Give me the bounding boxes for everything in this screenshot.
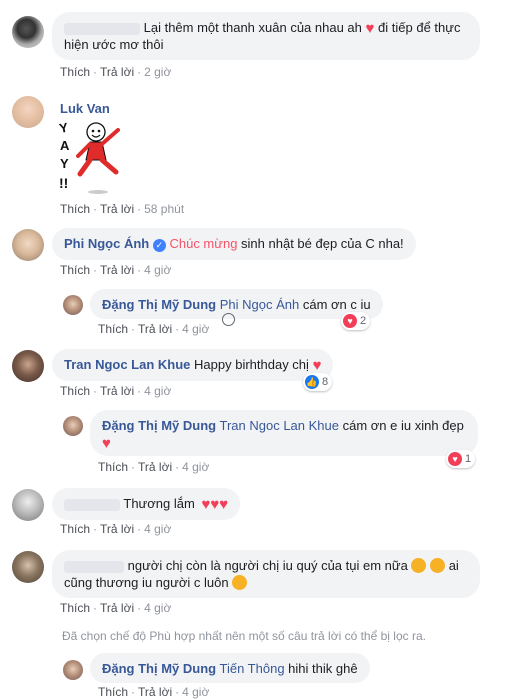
love-reaction-icon: ♥ xyxy=(448,452,462,466)
like-link[interactable]: Thích xyxy=(60,522,90,536)
comment-text: Happy birhthday chị xyxy=(194,357,309,372)
comment-text-cont: cũng thương iu người c luôn xyxy=(64,575,229,590)
reaction-count[interactable]: 👍 8 xyxy=(303,373,333,391)
author-name-blurred[interactable] xyxy=(64,560,124,573)
reply-link[interactable]: Trả lời xyxy=(138,685,172,699)
reply-link[interactable]: Trả lời xyxy=(100,384,134,398)
verified-badge-icon: ✓ xyxy=(152,239,166,252)
like-link[interactable]: Thích xyxy=(60,601,90,615)
comment-actions: Thích · Trả lời · 4 giờ xyxy=(60,384,172,398)
reply-text: cám ơn c iu xyxy=(302,297,371,312)
like-link[interactable]: Thích xyxy=(60,202,90,216)
tagged-user[interactable]: Tran Ngoc Lan Khue xyxy=(220,418,339,433)
comment-actions: Thích · Trả lời · 4 giờ xyxy=(60,601,172,615)
comment-actions: Thích · Trả lời · 4 giờ xyxy=(60,263,172,277)
comment-actions: Thích · Trả lời · 58 phút xyxy=(60,202,185,216)
comment-bubble: người chị còn là người chị iu quý của tụ… xyxy=(52,550,480,598)
comment-text-cont: ai xyxy=(448,558,459,573)
author-name[interactable]: Tran Ngoc Lan Khue xyxy=(64,357,190,372)
avatar[interactable] xyxy=(12,96,44,128)
comment-bubble: Lại thêm một thanh xuân của nhau ah ♥ đi… xyxy=(52,12,480,60)
like-link[interactable]: Thích xyxy=(60,65,90,79)
heart-icon: ♥ xyxy=(312,357,322,374)
reply-bubble: Đặng Thị Mỹ Dung Phi Ngọc Ánh cám ơn c i… xyxy=(90,289,383,319)
reply-link[interactable]: Trả lời xyxy=(100,263,134,277)
avatar[interactable] xyxy=(12,489,44,521)
reply-bubble: Đặng Thị Mỹ Dung Tran Ngoc Lan Khue cám … xyxy=(90,410,478,456)
reply-actions: Thích · Trả lời · 4 giờ xyxy=(98,685,210,699)
reply-link[interactable]: Trả lời xyxy=(100,601,134,615)
reply-actions: Thích · Trả lời · 4 giờ xyxy=(98,322,210,336)
reaction-count[interactable]: ♥ 2 xyxy=(341,312,371,330)
heart-icon: ♥ xyxy=(210,496,220,513)
filter-note: Đã chọn chế độ Phù hợp nhất nên một số c… xyxy=(62,629,426,643)
comment-text: Thương lắm xyxy=(123,496,195,511)
reply-link[interactable]: Trả lời xyxy=(138,460,172,474)
author-name[interactable]: Đặng Thị Mỹ Dung xyxy=(102,661,216,676)
timestamp[interactable]: 4 giờ xyxy=(144,263,171,277)
reply-text: cám ơn e iu xinh đẹp xyxy=(342,418,464,433)
yay-sticker: Y A Y !! xyxy=(58,118,130,196)
tagged-user[interactable]: Phi Ngọc Ánh xyxy=(220,297,300,312)
reaction-count[interactable]: ♥ 1 xyxy=(446,450,476,468)
heart-eyes-emoji-icon xyxy=(411,558,427,573)
comment-actions: Thích · Trả lời · 2 giờ xyxy=(60,65,172,79)
tagged-user[interactable]: Tiến Thông xyxy=(220,661,285,676)
tagged-text[interactable]: Chúc mừng xyxy=(169,236,237,251)
timestamp[interactable]: 4 giờ xyxy=(182,685,209,699)
loading-spinner-icon xyxy=(222,313,235,326)
comment-text: sinh nhật bé đẹp của C nha! xyxy=(241,236,404,251)
avatar[interactable] xyxy=(63,295,83,315)
timestamp[interactable]: 4 giờ xyxy=(144,601,171,615)
timestamp[interactable]: 4 giờ xyxy=(182,322,209,336)
comment-text: người chị còn là người chị iu quý của tụ… xyxy=(127,558,408,573)
reply-bubble: Đặng Thị Mỹ Dung Tiến Thông hihi thik gh… xyxy=(90,653,370,683)
avatar[interactable] xyxy=(12,551,44,583)
like-link[interactable]: Thích xyxy=(98,460,128,474)
avatar[interactable] xyxy=(12,16,44,48)
reply-text: hihi thik ghê xyxy=(288,661,358,676)
comment-bubble: Tran Ngoc Lan Khue Happy birhthday chị ♥ xyxy=(52,349,334,381)
love-reaction-icon: ♥ xyxy=(343,314,357,328)
author-name[interactable]: Phi Ngọc Ánh xyxy=(64,236,149,251)
reply-link[interactable]: Trả lời xyxy=(100,202,134,216)
like-link[interactable]: Thích xyxy=(60,263,90,277)
comment-bubble: Thương lắm ♥♥♥ xyxy=(52,488,241,520)
reply-link[interactable]: Trả lời xyxy=(138,322,172,336)
grin-emoji-icon xyxy=(430,558,446,573)
timestamp[interactable]: 58 phút xyxy=(144,202,184,216)
reply-actions: Thích · Trả lời · 4 giờ xyxy=(98,460,210,474)
avatar[interactable] xyxy=(12,350,44,382)
author-name-blurred[interactable] xyxy=(64,22,140,35)
author-name[interactable]: Luk Van xyxy=(60,101,110,116)
reply-link[interactable]: Trả lời xyxy=(100,522,134,536)
timestamp[interactable]: 4 giờ xyxy=(182,460,209,474)
svg-text:Y: Y xyxy=(58,120,69,136)
comment-text: Lại thêm một thanh xuân của nhau ah xyxy=(143,20,362,35)
avatar[interactable] xyxy=(63,660,83,680)
heart-icon: ♥ xyxy=(365,20,375,37)
svg-text:A: A xyxy=(60,138,70,153)
like-link[interactable]: Thích xyxy=(60,384,90,398)
avatar[interactable] xyxy=(63,416,83,436)
timestamp[interactable]: 4 giờ xyxy=(144,384,171,398)
svg-text:!!: !! xyxy=(59,175,68,191)
heart-icon: ♥ xyxy=(102,435,111,452)
timestamp[interactable]: 2 giờ xyxy=(144,65,171,79)
like-link[interactable]: Thích xyxy=(98,322,128,336)
comment-actions: Thích · Trả lời · 4 giờ xyxy=(60,522,172,536)
comment-bubble: Phi Ngọc Ánh ✓ Chúc mừng sinh nhật bé đẹ… xyxy=(52,228,416,260)
author-name-blurred[interactable] xyxy=(64,498,120,511)
author-name[interactable]: Đặng Thị Mỹ Dung xyxy=(102,297,216,312)
reply-link[interactable]: Trả lời xyxy=(100,65,134,79)
svg-text:Y: Y xyxy=(60,156,69,171)
like-link[interactable]: Thích xyxy=(98,685,128,699)
avatar[interactable] xyxy=(12,229,44,261)
like-reaction-icon: 👍 xyxy=(305,375,319,389)
timestamp[interactable]: 4 giờ xyxy=(144,522,171,536)
heart-icon: ♥ xyxy=(201,496,211,513)
heart-icon: ♥ xyxy=(219,496,229,513)
author-name[interactable]: Đặng Thị Mỹ Dung xyxy=(102,418,216,433)
smile-emoji-icon xyxy=(232,575,248,590)
